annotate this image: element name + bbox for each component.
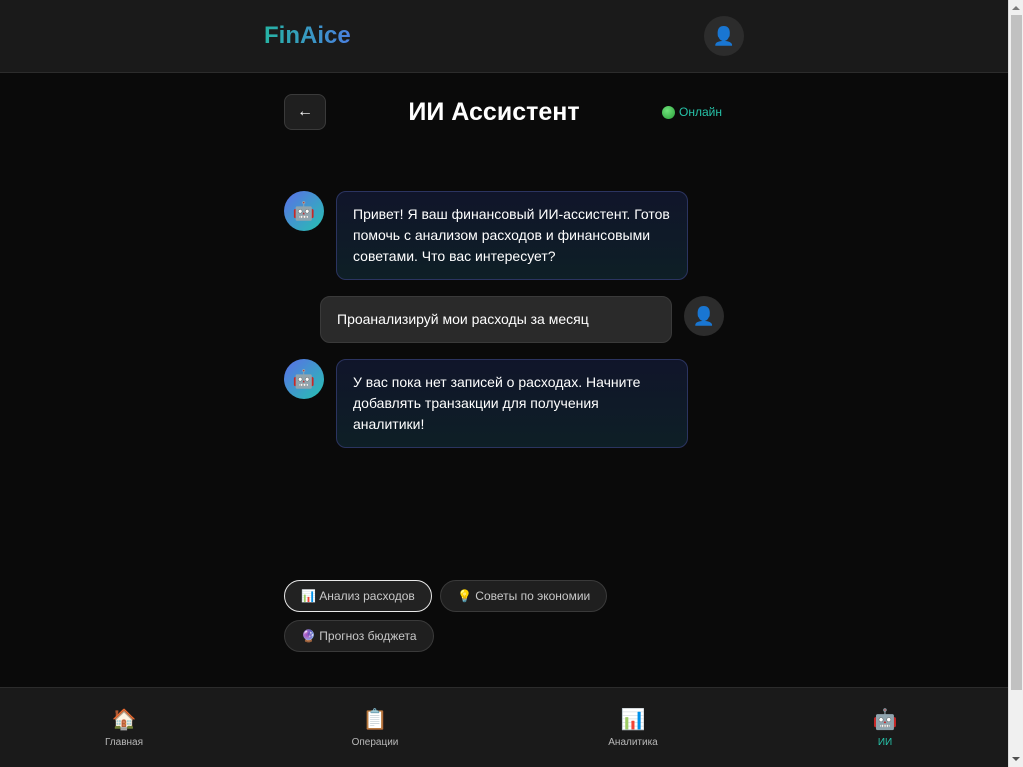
- clipboard-icon: 📋: [362, 709, 388, 731]
- status-label: Онлайн: [679, 105, 722, 119]
- nav-item-label: Операции: [351, 737, 399, 748]
- nav-item-label: Аналитика: [608, 737, 658, 748]
- arrow-left-icon: ←: [297, 103, 313, 120]
- robot-icon: 🤖: [292, 200, 316, 221]
- bot-message: У вас пока нет записей о расходах. Начни…: [336, 359, 688, 448]
- nav-item-label: Главная: [104, 737, 144, 748]
- robot-icon: 🤖: [292, 368, 316, 389]
- top-bar: FinAice 👤: [0, 0, 1008, 73]
- back-button[interactable]: ←: [284, 94, 326, 130]
- quick-reply-expense-analysis[interactable]: 📊 Анализ расходов: [284, 580, 432, 612]
- nav-item-operations[interactable]: 📋 Операции: [315, 708, 435, 750]
- home-icon: 🏠: [111, 709, 137, 731]
- scrollbar-thumb[interactable]: [1011, 15, 1022, 690]
- green-circle-icon: [662, 105, 675, 119]
- user-icon: 👤: [692, 305, 716, 326]
- user-avatar: 👤: [684, 296, 724, 336]
- user-icon: 👤: [712, 25, 736, 46]
- bot-avatar: 🤖: [284, 359, 324, 399]
- user-message: Проанализируй мои расходы за месяц: [320, 296, 672, 343]
- app: FinAice 👤 ← ИИ Ассистент Онлайн 🤖 Привет…: [0, 0, 1008, 767]
- bar-chart-icon: 📊: [620, 709, 646, 731]
- bot-avatar: 🤖: [284, 191, 324, 231]
- page-title: ИИ Ассистент: [408, 98, 580, 126]
- nav-item-analytics[interactable]: 📊 Аналитика: [573, 708, 693, 750]
- scroll-up-icon[interactable]: [1012, 6, 1020, 10]
- status-indicator: Онлайн: [662, 104, 722, 120]
- bottom-nav: 🏠 Главная 📋 Операции 📊 Аналитика 🤖 ИИ: [0, 687, 1008, 767]
- nav-item-label: ИИ: [877, 737, 893, 748]
- nav-item-home[interactable]: 🏠 Главная: [64, 708, 184, 750]
- quick-reply-saving-tips[interactable]: 💡 Советы по экономии: [440, 580, 607, 612]
- robot-icon: 🤖: [872, 709, 898, 731]
- nav-item-ai[interactable]: 🤖 ИИ: [825, 708, 945, 750]
- quick-reply-budget-forecast[interactable]: 🔮 Прогноз бюджета: [284, 620, 434, 652]
- profile-button[interactable]: 👤: [704, 16, 744, 56]
- scroll-down-icon[interactable]: [1012, 757, 1020, 761]
- app-logo[interactable]: FinAice: [264, 20, 351, 52]
- vertical-scrollbar[interactable]: [1008, 0, 1023, 767]
- bot-message: Привет! Я ваш финансовый ИИ-ассистент. Г…: [336, 191, 688, 280]
